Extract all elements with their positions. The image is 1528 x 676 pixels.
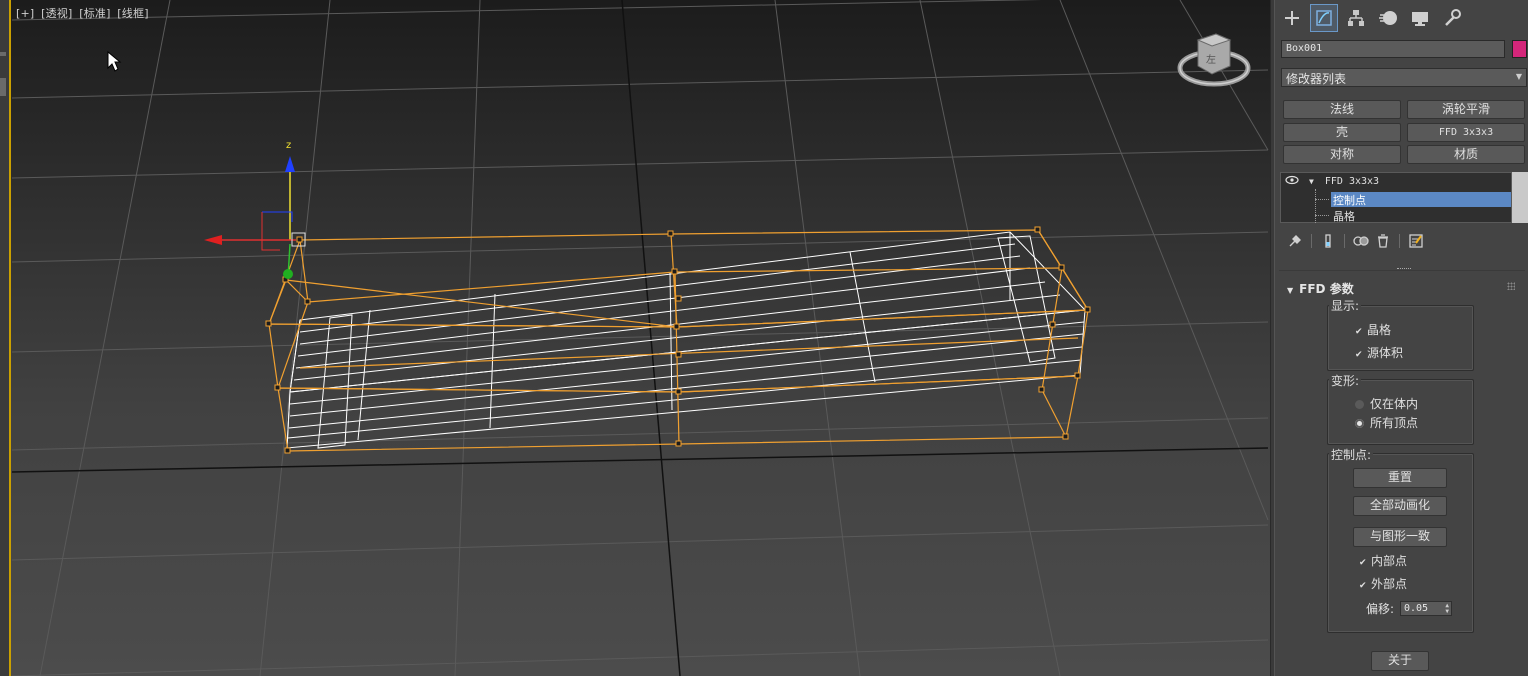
display-group-label: 显示: <box>1329 297 1362 314</box>
viewport-plus-menu[interactable]: [+] <box>16 7 34 20</box>
deform-group-label: 变形: <box>1329 372 1362 389</box>
all-vertices-label: 所有顶点 <box>1370 416 1419 430</box>
offset-label: 偏移: <box>1366 602 1395 616</box>
command-panel-tabs <box>1279 4 1465 32</box>
ffd-parameters-rollout-title[interactable]: ▼ FFD 参数 <box>1287 280 1354 297</box>
stack-item-ffd[interactable]: ▼ FFD 3x3x3 <box>1285 175 1379 190</box>
chevron-down-icon: ▼ <box>1515 72 1522 81</box>
panel-resize-grip[interactable] <box>1397 268 1411 270</box>
transform-gizmo[interactable] <box>204 156 306 279</box>
perspective-viewport[interactable]: z 左 [+] [透视] [标准] [线框] <box>0 0 1270 676</box>
modifier-symmetry-button[interactable]: 对称 <box>1283 145 1401 164</box>
inside-points-label: 内部点 <box>1371 554 1408 568</box>
modifier-ffd-button[interactable]: FFD 3x3x3 <box>1407 123 1525 142</box>
configure-modifier-sets-icon[interactable] <box>1406 232 1426 250</box>
offset-value: 0.05 <box>1404 603 1429 614</box>
collapse-triangle-icon[interactable]: ▼ <box>1287 286 1293 295</box>
only-in-volume-radio[interactable]: 仅在体内 <box>1355 395 1418 412</box>
outside-points-checkbox[interactable]: ✔ 外部点 <box>1359 575 1407 592</box>
inside-points-checkbox[interactable]: ✔ 内部点 <box>1359 552 1407 569</box>
grid-axis-lines <box>11 0 1269 676</box>
show-end-result-icon[interactable] <box>1318 232 1338 250</box>
source-volume-checkbox[interactable]: ✔ 源体积 <box>1355 344 1403 361</box>
all-vertices-radio[interactable]: 所有顶点 <box>1355 414 1418 431</box>
control-points-group-label: 控制点: <box>1329 446 1374 463</box>
command-panel: Box001 修改器列表 ▼ 法线 涡轮平滑 壳 FFD 3x3x3 对称 材质… <box>1270 0 1528 676</box>
ground-grid <box>11 0 1269 676</box>
modifier-normal-button[interactable]: 法线 <box>1283 100 1401 119</box>
conform-to-shape-button[interactable]: 与图形一致 <box>1353 527 1447 547</box>
modifier-turbosmooth-button[interactable]: 涡轮平滑 <box>1407 100 1525 119</box>
offset-spinner[interactable]: 0.05 ▲ ▼ <box>1400 601 1452 616</box>
modify-icon[interactable] <box>1310 4 1338 32</box>
modifier-list-dropdown[interactable]: 修改器列表 ▼ <box>1281 68 1527 87</box>
viewcube[interactable]: 左 <box>1177 33 1251 87</box>
source-volume-checkbox-label: 源体积 <box>1367 346 1404 360</box>
object-color-swatch[interactable] <box>1512 40 1527 58</box>
modifier-shell-button[interactable]: 壳 <box>1283 123 1401 142</box>
modifier-stack[interactable]: ▼ FFD 3x3x3 控制点 晶格 <box>1280 172 1512 223</box>
animate-all-button[interactable]: 全部动画化 <box>1353 496 1447 516</box>
about-button[interactable]: 关于 <box>1371 651 1429 671</box>
modifier-list-label: 修改器列表 <box>1286 72 1347 86</box>
stack-subitem-control-points[interactable]: 控制点 <box>1331 192 1511 207</box>
create-plus-icon[interactable] <box>1279 5 1305 31</box>
make-unique-icon[interactable] <box>1351 232 1371 250</box>
modifier-stack-scrollbar[interactable] <box>1512 172 1528 223</box>
collapse-triangle-icon[interactable]: ▼ <box>1309 177 1314 186</box>
utilities-wrench-icon[interactable] <box>1439 5 1465 31</box>
axis-z-label: z <box>286 140 291 151</box>
spinner-arrows-icon[interactable]: ▲ ▼ <box>1445 603 1449 615</box>
modifier-material-button[interactable]: 材质 <box>1407 145 1525 164</box>
hierarchy-icon[interactable] <box>1343 5 1369 31</box>
viewcube-face-label: 左 <box>1206 53 1216 66</box>
viewport-label-menu[interactable]: [+] [透视] [标准] [线框] <box>16 5 152 21</box>
box-wireframe[interactable] <box>286 231 1087 449</box>
viewport-scene[interactable]: z 左 <box>0 0 1270 676</box>
stack-item-ffd-label: FFD 3x3x3 <box>1324 176 1380 187</box>
stack-subitem-lattice[interactable]: 晶格 <box>1331 208 1355 223</box>
outside-points-label: 外部点 <box>1371 577 1408 591</box>
display-group <box>1327 305 1474 371</box>
motion-icon[interactable] <box>1375 5 1401 31</box>
pin-stack-icon[interactable] <box>1285 232 1305 250</box>
viewport-wireframe-menu[interactable]: [线框] <box>117 7 148 20</box>
trash-icon[interactable] <box>1373 232 1393 250</box>
object-name-field[interactable]: Box001 <box>1281 40 1505 58</box>
lattice-checkbox[interactable]: ✔ 晶格 <box>1355 321 1391 338</box>
eye-icon[interactable] <box>1285 175 1299 185</box>
ffd-parameters-title-text: FFD 参数 <box>1299 282 1354 296</box>
reset-button[interactable]: 重置 <box>1353 468 1447 488</box>
viewport-left-edge <box>0 0 11 676</box>
panel-splitter[interactable] <box>1271 0 1275 676</box>
lattice-checkbox-label: 晶格 <box>1367 323 1392 337</box>
only-in-volume-label: 仅在体内 <box>1370 397 1419 411</box>
mouse-cursor-icon <box>107 50 122 72</box>
display-icon[interactable] <box>1407 5 1433 31</box>
rollout-drag-handle-icon[interactable] <box>1507 282 1515 290</box>
viewport-pov-menu[interactable]: [透视] <box>41 7 72 20</box>
stack-toolbar <box>1285 232 1426 250</box>
viewport-shading-standard-menu[interactable]: [标准] <box>79 7 110 20</box>
